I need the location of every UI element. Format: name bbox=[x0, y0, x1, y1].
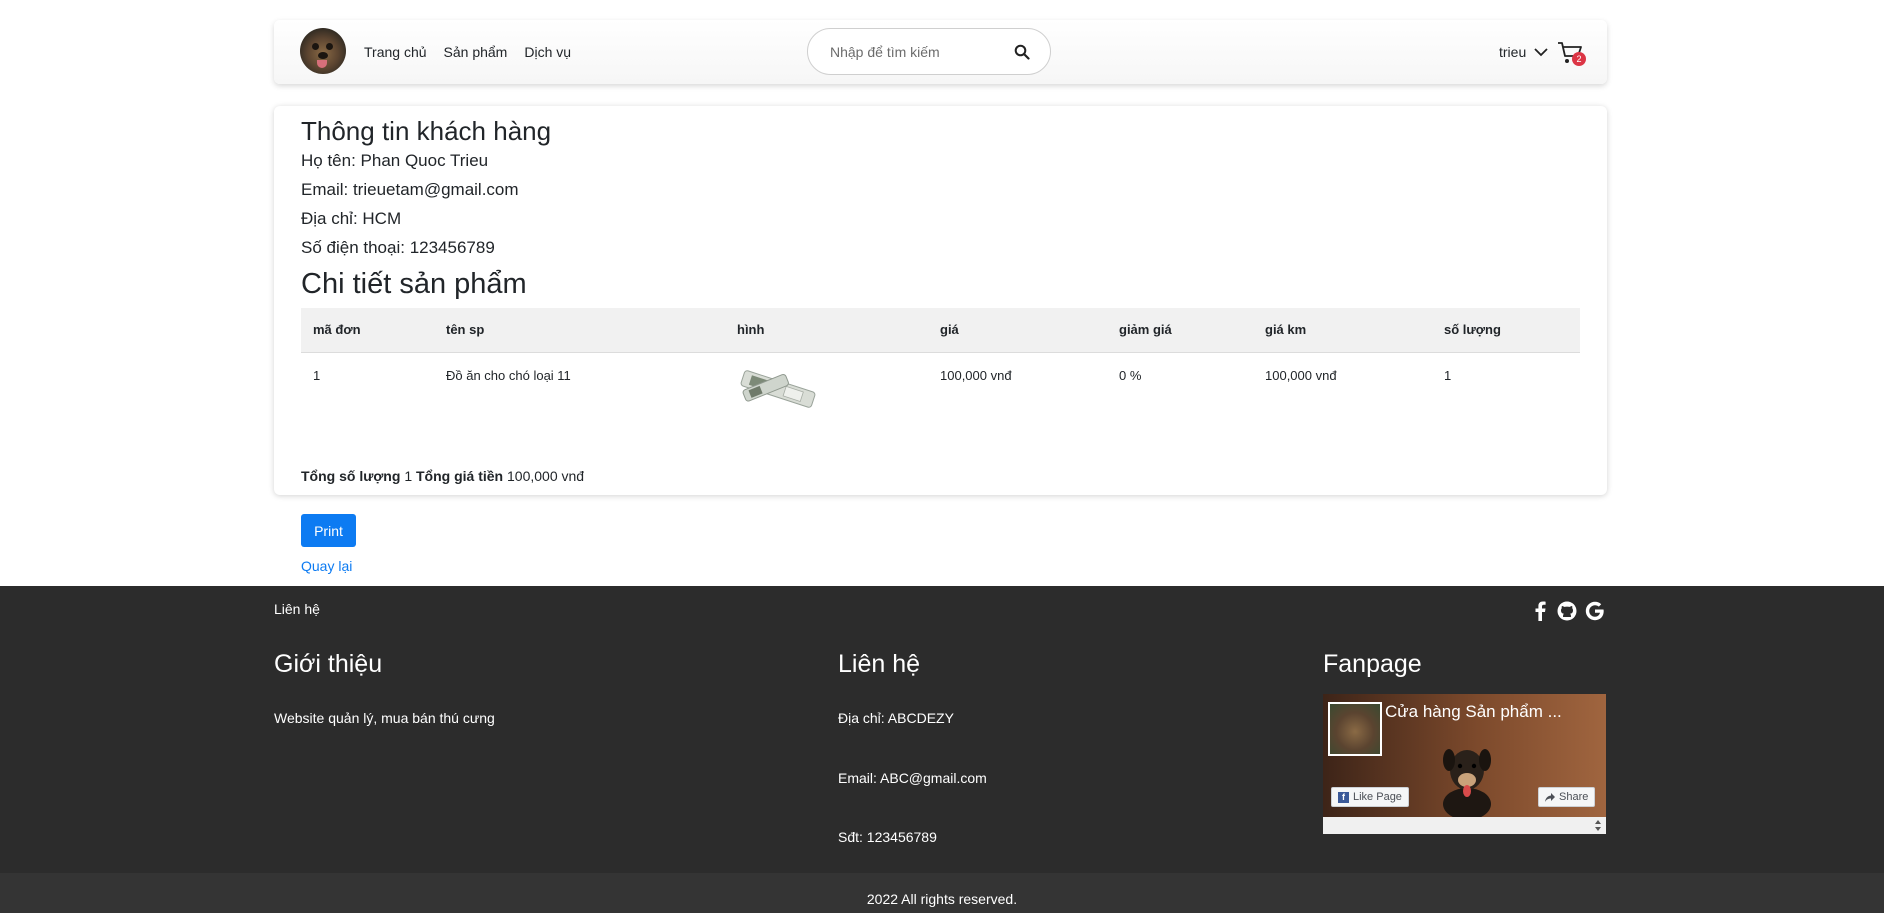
price-cell: 100,000 vnđ bbox=[940, 367, 1012, 383]
fanpage-dog-image bbox=[1443, 749, 1491, 818]
site-footer: Liên hệ Giới thiệu Website quản lý, mua … bbox=[0, 586, 1884, 873]
order-detail-card: Thông tin khách hàng Họ tên: Phan Quoc T… bbox=[274, 106, 1607, 495]
product-image-cell bbox=[725, 352, 928, 442]
google-icon[interactable] bbox=[1584, 600, 1606, 622]
about-text: Website quản lý, mua bán thú cưng bbox=[274, 710, 495, 726]
fanpage-scrollbar[interactable] bbox=[1323, 817, 1606, 834]
search-input[interactable] bbox=[830, 43, 1000, 61]
footer-contact-label: Liên hệ bbox=[274, 601, 320, 617]
user-name: trieu bbox=[1499, 44, 1527, 60]
table-row: 1 Đồ ăn cho chó loại 11 100,000 vnđ 0 % … bbox=[301, 352, 1580, 442]
user-menu[interactable]: trieu bbox=[1499, 44, 1548, 60]
total-price-value: 100,000 vnđ bbox=[507, 468, 585, 484]
col-discount: giảm giá bbox=[1107, 308, 1253, 353]
print-button[interactable]: Print bbox=[301, 514, 356, 547]
col-image: hình bbox=[725, 308, 928, 353]
customer-name: Họ tên: Phan Quoc Trieu bbox=[301, 151, 489, 170]
chevron-down-icon bbox=[1534, 48, 1548, 57]
order-totals: Tổng số lượng 1 Tổng giá tiền 100,000 vn… bbox=[301, 468, 584, 484]
nav-products-link[interactable]: Sản phẩm bbox=[444, 44, 508, 60]
product-name-cell: Đồ ăn cho chó loại 11 bbox=[446, 367, 571, 383]
col-product-name: tên sp bbox=[434, 308, 725, 353]
customer-info-heading: Thông tin khách hàng bbox=[301, 116, 552, 146]
main-nav: Trang chủ Sản phẩm Dịch vụ bbox=[364, 44, 571, 60]
col-sale-price: giá km bbox=[1253, 308, 1432, 353]
order-items-table: mã đơn tên sp hình giá giảm giá giá km s… bbox=[301, 308, 1580, 442]
customer-phone: Số điện thoại: 123456789 bbox=[301, 238, 495, 257]
col-price: giá bbox=[928, 308, 1107, 353]
product-detail-heading: Chi tiết sản phẩm bbox=[301, 268, 527, 300]
nav-services-link[interactable]: Dịch vụ bbox=[524, 44, 571, 60]
table-header-row: mã đơn tên sp hình giá giảm giá giá km s… bbox=[301, 308, 1580, 353]
like-page-label: Like Page bbox=[1353, 791, 1402, 803]
sale-price-cell: 100,000 vnđ bbox=[1265, 367, 1337, 383]
total-qty-label: Tổng số lượng bbox=[301, 468, 401, 484]
customer-address: Địa chỉ: HCM bbox=[301, 209, 402, 228]
product-image bbox=[740, 369, 816, 408]
social-links bbox=[1530, 600, 1606, 622]
share-icon bbox=[1545, 792, 1555, 802]
nav-home-link[interactable]: Trang chủ bbox=[364, 44, 427, 60]
discount-cell: 0 % bbox=[1119, 367, 1142, 383]
col-order-id: mã đơn bbox=[301, 308, 434, 353]
github-icon[interactable] bbox=[1556, 600, 1578, 622]
customer-email: Email: trieuetam@gmail.com bbox=[301, 180, 519, 199]
search-icon[interactable] bbox=[1014, 44, 1030, 60]
fanpage-heading: Fanpage bbox=[1323, 650, 1422, 678]
order-id-cell: 1 bbox=[313, 367, 321, 383]
scroll-arrows-icon bbox=[1595, 820, 1601, 831]
facebook-icon[interactable] bbox=[1530, 600, 1550, 622]
total-price-label: Tổng giá tiền bbox=[416, 468, 504, 484]
like-page-button[interactable]: f Like Page bbox=[1331, 787, 1409, 807]
copyright-text: 2022 All rights reserved. bbox=[866, 891, 1018, 907]
share-button[interactable]: Share bbox=[1538, 787, 1596, 807]
about-heading: Giới thiệu bbox=[274, 650, 383, 678]
cart-count-badge: 2 bbox=[1572, 52, 1586, 66]
search-box bbox=[807, 28, 1051, 75]
copyright-bar: 2022 All rights reserved. bbox=[0, 873, 1884, 913]
top-navbar: Trang chủ Sản phẩm Dịch vụ trieu 2 bbox=[274, 20, 1607, 84]
fanpage-widget[interactable]: Cửa hàng Sản phẩm ... f Like Page Share bbox=[1323, 694, 1606, 834]
fanpage-avatar bbox=[1328, 702, 1382, 756]
footer-email: Email: ABC@gmail.com bbox=[838, 770, 987, 786]
site-logo[interactable] bbox=[300, 28, 346, 74]
back-link[interactable]: Quay lại bbox=[301, 558, 352, 574]
total-qty-value: 1 bbox=[404, 468, 413, 484]
footer-phone: Sđt: 123456789 bbox=[838, 829, 937, 845]
footer-address: Địa chỉ: ABCDEZY bbox=[838, 710, 954, 726]
quantity-cell: 1 bbox=[1444, 367, 1452, 383]
share-label: Share bbox=[1559, 791, 1589, 803]
facebook-small-icon: f bbox=[1338, 791, 1349, 803]
contact-heading: Liên hệ bbox=[838, 650, 921, 678]
col-quantity: số lượng bbox=[1432, 308, 1580, 353]
fanpage-title[interactable]: Cửa hàng Sản phẩm ... bbox=[1385, 702, 1562, 722]
